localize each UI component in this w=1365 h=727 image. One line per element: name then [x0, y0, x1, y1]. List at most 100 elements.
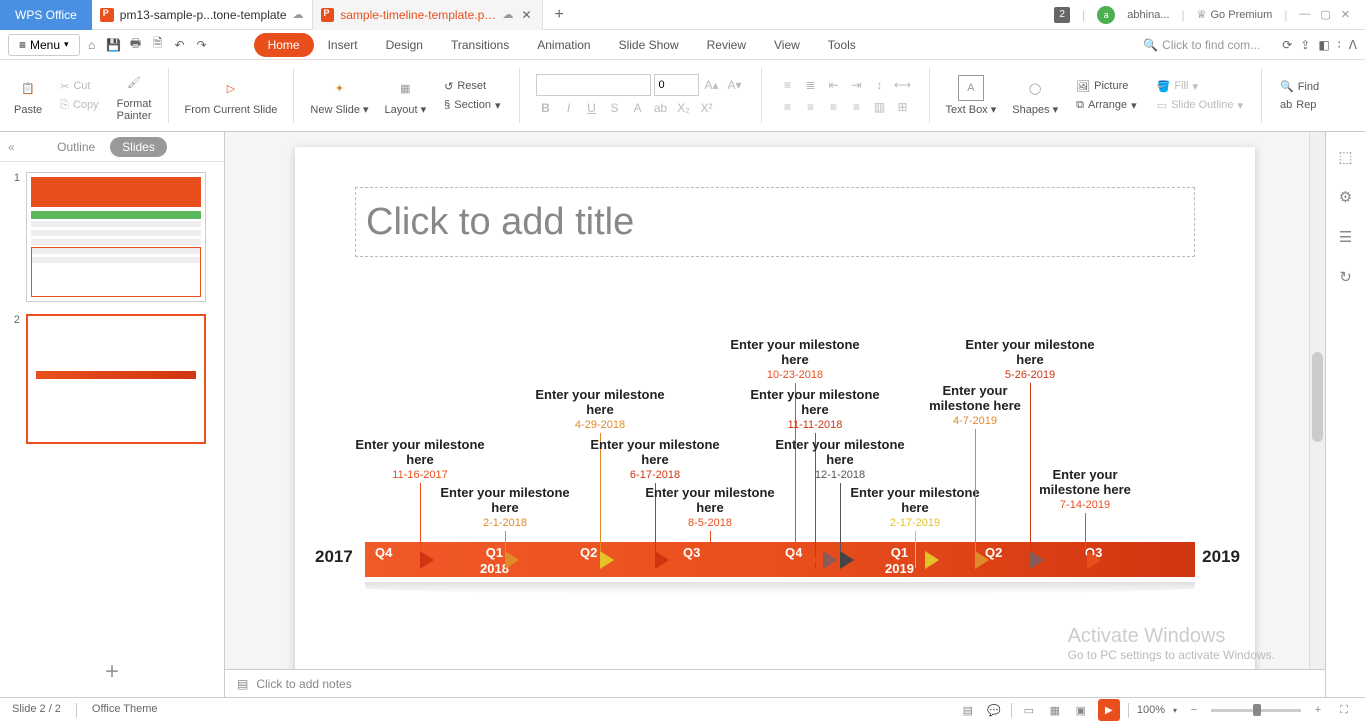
undo-icon[interactable]: ↶ [172, 37, 188, 53]
document-tab[interactable]: pm13-sample-p...tone-template ☁ [92, 0, 313, 30]
align-vertical-button[interactable]: ⊞ [893, 97, 913, 117]
bullets-button[interactable]: ≡ [778, 75, 798, 95]
normal-view-icon[interactable]: ▭ [1020, 701, 1038, 719]
new-slide-button[interactable]: ✦ New Slide ▾ [306, 75, 372, 116]
zoom-in-icon[interactable]: + [1309, 701, 1327, 719]
title-placeholder[interactable]: Click to add title [355, 187, 1195, 257]
notes-toggle-icon[interactable]: ▤ [959, 701, 977, 719]
increase-font-icon[interactable]: A▴ [702, 75, 722, 95]
adjust-icon[interactable]: ☰ [1336, 227, 1356, 247]
save-icon[interactable]: 💾 [106, 37, 122, 53]
tab-design[interactable]: Design [372, 33, 437, 57]
decrease-font-icon[interactable]: A▾ [725, 75, 745, 95]
search-commands[interactable]: 🔍 Click to find com... [1143, 38, 1260, 52]
bold-button[interactable]: B [536, 98, 556, 118]
copy-button[interactable]: ⎘Copy [58, 97, 101, 114]
slides-tab[interactable]: Slides [110, 137, 167, 157]
highlight-button[interactable]: ab [651, 98, 671, 118]
preview-icon[interactable]: 🗎 [150, 37, 166, 53]
text-box-button[interactable]: A Text Box ▾ [942, 75, 1001, 116]
sorter-view-icon[interactable]: ▦ [1046, 701, 1064, 719]
arrange-button[interactable]: ⧉Arrange ▾ [1074, 97, 1139, 114]
tab-transitions[interactable]: Transitions [437, 33, 523, 57]
reading-view-icon[interactable]: ▣ [1072, 701, 1090, 719]
redo-icon[interactable]: ↷ [194, 37, 210, 53]
font-family-select[interactable] [536, 74, 651, 96]
vertical-scrollbar[interactable] [1309, 132, 1325, 669]
replace-button[interactable]: abRep [1278, 97, 1321, 113]
align-left-button[interactable]: ≡ [778, 97, 798, 117]
tab-animation[interactable]: Animation [523, 33, 604, 57]
close-button[interactable]: ✕ [1341, 8, 1350, 21]
fit-window-icon[interactable]: ⛶ [1335, 701, 1353, 719]
go-premium-button[interactable]: ♕ Go Premium [1197, 8, 1273, 21]
numbering-button[interactable]: ≣ [801, 75, 821, 95]
underline-button[interactable]: U [582, 98, 602, 118]
outline-tab[interactable]: Outline [57, 140, 95, 154]
slide-canvas[interactable]: Click to add title 2017 2019 Q4Q12018Q2Q… [295, 147, 1255, 669]
align-center-button[interactable]: ≡ [801, 97, 821, 117]
sync-icon[interactable]: ⟳ [1282, 38, 1292, 52]
menu-button[interactable]: ≡ Menu ▾ [8, 34, 80, 56]
fill-button[interactable]: 🪣Fill ▾ [1155, 78, 1245, 95]
slide-outline-button[interactable]: ▭Slide Outline ▾ [1155, 97, 1245, 114]
strikethrough-button[interactable]: S [605, 98, 625, 118]
milestone[interactable]: Enter your milestone here7-14-2019 [1005, 467, 1165, 551]
paste-group[interactable]: 📋 Paste [10, 76, 46, 116]
maximize-button[interactable]: ▢ [1320, 8, 1330, 21]
zoom-slider[interactable] [1211, 709, 1301, 712]
user-avatar[interactable]: a [1097, 6, 1115, 24]
decrease-indent-button[interactable]: ⇤ [824, 75, 844, 95]
collapse-ribbon-icon[interactable]: ᐱ [1349, 38, 1357, 52]
tab-view[interactable]: View [760, 33, 814, 57]
slideshow-button[interactable]: ▶ [1098, 699, 1120, 721]
shapes-button[interactable]: ◯ Shapes ▾ [1008, 75, 1062, 116]
add-tab-button[interactable]: + [543, 6, 576, 24]
home-icon[interactable]: ⌂ [84, 37, 100, 53]
slide-thumbnail[interactable]: 2 [8, 314, 216, 444]
zoom-level[interactable]: 100% [1137, 704, 1165, 716]
share-icon[interactable]: ⇪ [1300, 38, 1310, 52]
find-button[interactable]: 🔍Find [1278, 78, 1321, 95]
notification-badge[interactable]: 2 [1054, 7, 1070, 23]
skin-icon[interactable]: ◧ [1318, 38, 1329, 52]
tab-review[interactable]: Review [693, 33, 760, 57]
font-color-button[interactable]: A [628, 98, 648, 118]
justify-button[interactable]: ≡ [847, 97, 867, 117]
notes-bar[interactable]: ▤ Click to add notes [225, 669, 1325, 697]
align-right-button[interactable]: ≡ [824, 97, 844, 117]
picture-button[interactable]: 🖼Picture [1074, 78, 1139, 95]
tab-home[interactable]: Home [254, 33, 314, 57]
object-icon[interactable]: ⬚ [1336, 147, 1356, 167]
print-icon[interactable]: 🖶 [128, 37, 144, 53]
minimize-button[interactable]: — [1299, 8, 1310, 21]
close-tab-icon[interactable]: ✕ [519, 8, 533, 22]
italic-button[interactable]: I [559, 98, 579, 118]
text-direction-button[interactable]: ⟷ [893, 75, 913, 95]
section-button[interactable]: §Section ▾ [442, 97, 502, 114]
tab-insert[interactable]: Insert [314, 33, 372, 57]
add-slide-button[interactable]: + [0, 647, 224, 697]
collapse-panel-icon[interactable]: « [8, 140, 15, 154]
tab-tools[interactable]: Tools [814, 33, 870, 57]
document-tab-active[interactable]: sample-timeline-template.pptx ☁ ✕ [313, 0, 543, 30]
line-spacing-button[interactable]: ↕ [870, 75, 890, 95]
cut-button[interactable]: ✂Cut [58, 78, 101, 95]
superscript-button[interactable]: X² [697, 98, 717, 118]
more-icon[interactable]: ∶ [1338, 38, 1341, 52]
subscript-button[interactable]: X₂ [674, 98, 694, 118]
format-painter-button[interactable]: 🖌 Format Painter [113, 70, 156, 122]
history-icon[interactable]: ↻ [1336, 267, 1356, 287]
reset-button[interactable]: ↺Reset [442, 78, 502, 95]
slide-thumbnail[interactable]: 1 [8, 172, 216, 302]
layout-button[interactable]: ▦ Layout ▾ [381, 75, 431, 116]
increase-indent-button[interactable]: ⇥ [847, 75, 867, 95]
tab-slideshow[interactable]: Slide Show [605, 33, 693, 57]
columns-button[interactable]: ▥ [870, 97, 890, 117]
gear-icon[interactable]: ⚙ [1336, 187, 1356, 207]
zoom-out-icon[interactable]: − [1185, 701, 1203, 719]
from-current-slide-button[interactable]: ▷ From Current Slide [181, 76, 282, 116]
user-name[interactable]: abhina... [1127, 9, 1169, 21]
font-size-select[interactable] [654, 74, 699, 96]
comments-icon[interactable]: 💬 [985, 701, 1003, 719]
